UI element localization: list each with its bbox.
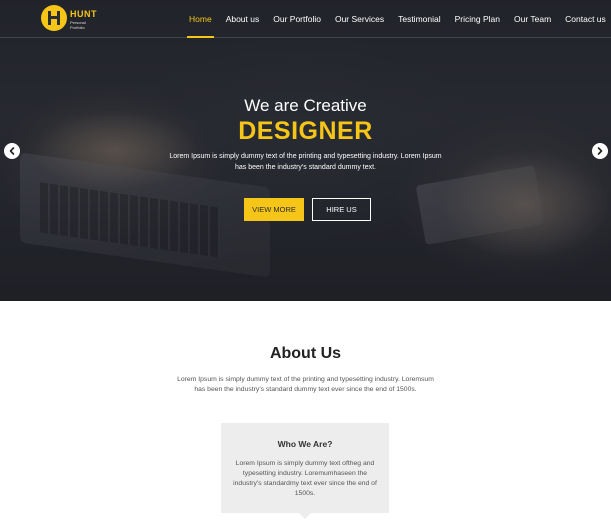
hero-title: DESIGNER	[238, 117, 373, 145]
who-we-are-title: Who We Are?	[277, 439, 333, 449]
hero-subtitle: We are Creative	[244, 96, 367, 115]
hero-description: Lorem Ipsum is simply dummy text of the …	[169, 153, 442, 171]
nav-item-our-portfolio[interactable]: Our Portfolio	[273, 0, 321, 38]
nav-item-about-us[interactable]: About us	[226, 0, 260, 38]
top-navigation: HUNT Personal Portfolio Home About us Ou…	[0, 0, 611, 38]
nav-item-home[interactable]: Home	[187, 0, 214, 38]
brand-name: HUNT	[70, 9, 97, 19]
who-we-are-text: Lorem Ipsum is simply dummy text oftheg …	[233, 460, 377, 497]
who-we-are-card: Who We Are? Lorem Ipsum is simply dummy …	[221, 423, 389, 519]
slider-prev-button[interactable]	[4, 143, 20, 159]
slider-next-button[interactable]	[592, 143, 608, 159]
brand-logo[interactable]: HUNT Personal Portfolio	[41, 5, 101, 31]
nav-item-contact-us[interactable]: Contact us	[565, 0, 606, 38]
logo-icon	[41, 5, 67, 31]
nav-item-testimonial[interactable]: Testimonial	[398, 0, 441, 38]
nav-item-pricing-plan[interactable]: Pricing Plan	[455, 0, 500, 38]
about-section-title: About Us	[269, 345, 342, 362]
arrow-right-icon	[597, 147, 603, 155]
nav-item-our-team[interactable]: Our Team	[514, 0, 551, 38]
hero-section: HUNT Personal Portfolio Home About us Ou…	[0, 0, 611, 301]
main-menu: Home About us Our Portfolio Our Services…	[187, 0, 606, 38]
hire-us-button[interactable]: HIRE US	[312, 198, 371, 221]
arrow-left-icon	[9, 147, 15, 155]
brand-tagline: Personal Portfolio	[70, 20, 86, 30]
nav-item-our-services[interactable]: Our Services	[335, 0, 384, 38]
view-more-button[interactable]: VIEW MORE	[244, 198, 304, 221]
about-section-text: Lorem Ipsum is simply dummy text of the …	[177, 376, 434, 393]
